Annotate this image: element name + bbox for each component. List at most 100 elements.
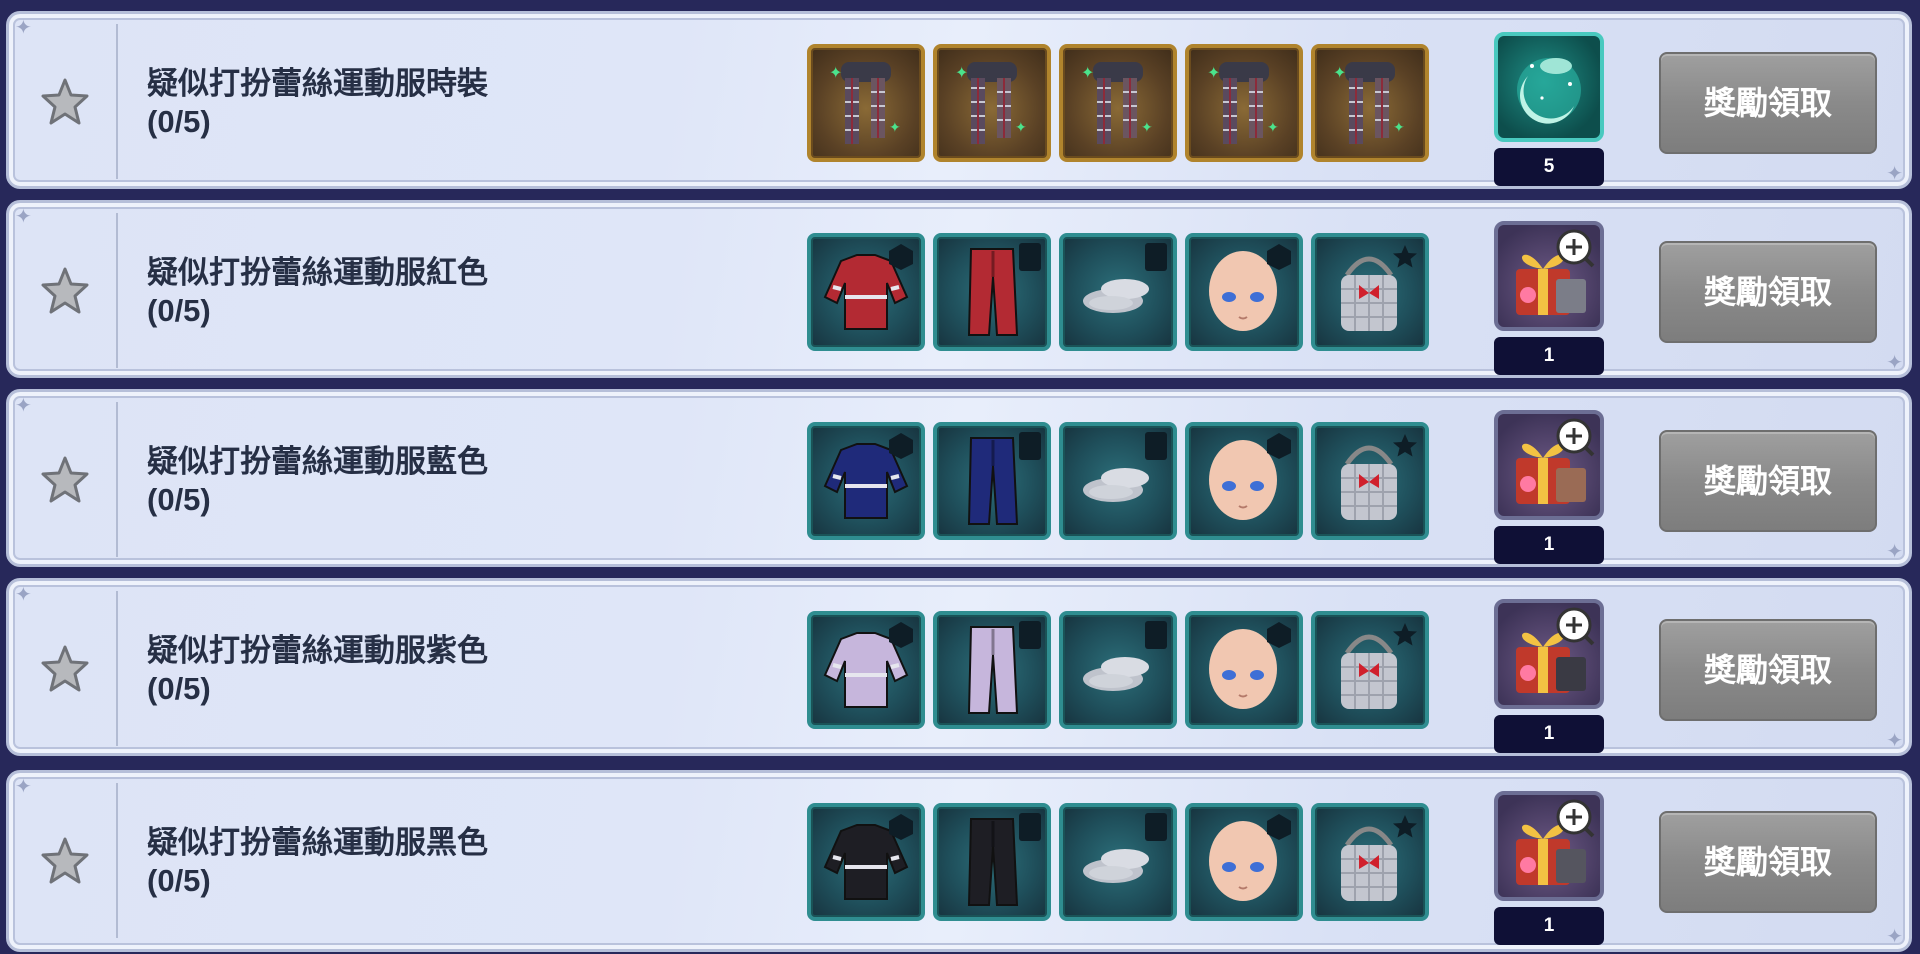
hexagon-badge xyxy=(1265,243,1293,271)
plaid-scarf-icon: ✦ ✦ xyxy=(1207,62,1279,144)
item-slot[interactable] xyxy=(933,611,1051,729)
item-slot[interactable] xyxy=(1185,422,1303,540)
plaid-scarf-icon: ✦ ✦ xyxy=(1081,62,1153,144)
hexagon-badge-icon xyxy=(1267,244,1291,270)
star-icon xyxy=(41,78,89,125)
plaid-scarf-icon: ✦ ✦ xyxy=(955,62,1027,144)
star-badge-icon xyxy=(1393,245,1417,268)
mission-title: 疑似打扮蕾絲運動服紫色 xyxy=(147,633,488,668)
item-slot[interactable] xyxy=(1185,233,1303,351)
reward-slot[interactable] xyxy=(1494,32,1604,142)
mission-title: 疑似打扮蕾絲運動服時裝 xyxy=(147,66,488,101)
sparkle-icon: ✦ xyxy=(15,584,32,606)
square-badge xyxy=(1019,243,1041,271)
mission-list: ✦ ✦ 疑似打扮蕾絲運動服時裝 (0/5) ✦ ✦ ✦ ✦ ✦ ✦ ✦ ✦ ✦ … xyxy=(0,0,1920,954)
mission-progress: (0/5) xyxy=(147,863,211,898)
reward-slot[interactable] xyxy=(1494,791,1604,901)
claim-reward-button[interactable]: 獎勵領取 xyxy=(1659,811,1877,913)
item-slot[interactable] xyxy=(807,803,925,921)
item-slot[interactable] xyxy=(807,422,925,540)
hexagon-badge xyxy=(1265,813,1293,841)
svg-text:✦: ✦ xyxy=(1333,65,1346,82)
claim-reward-button[interactable]: 獎勵領取 xyxy=(1659,52,1877,154)
gift-box-icon xyxy=(1516,229,1595,315)
hexagon-badge xyxy=(887,432,915,460)
square-badge xyxy=(1145,432,1167,460)
item-slot[interactable] xyxy=(1059,233,1177,351)
svg-text:✦: ✦ xyxy=(1081,65,1094,82)
gift-box-icon xyxy=(1516,418,1595,504)
divider xyxy=(116,213,118,368)
item-slot[interactable]: ✦ ✦ xyxy=(1059,44,1177,162)
sparkle-icon: ✦ xyxy=(15,206,32,228)
gift-box-icon xyxy=(1516,799,1595,885)
item-slot[interactable] xyxy=(1311,611,1429,729)
mission-row: ✦ ✦ 疑似打扮蕾絲運動服黑色 (0/5) 1 獎勵領取 xyxy=(6,770,1912,952)
hexagon-badge xyxy=(887,813,915,841)
square-badge xyxy=(1019,621,1041,649)
sparkle-icon: ✦ xyxy=(1886,541,1903,563)
item-slot[interactable] xyxy=(1185,611,1303,729)
star-badge xyxy=(1391,813,1419,841)
item-slot[interactable] xyxy=(933,803,1051,921)
item-slot[interactable]: ✦ ✦ xyxy=(933,44,1051,162)
claim-reward-button[interactable]: 獎勵領取 xyxy=(1659,430,1877,532)
hexagon-badge xyxy=(1265,621,1293,649)
hexagon-badge-icon xyxy=(889,433,913,459)
square-badge xyxy=(1145,813,1167,841)
hexagon-badge-icon xyxy=(1267,814,1291,840)
item-slot[interactable] xyxy=(807,611,925,729)
hexagon-badge xyxy=(1265,432,1293,460)
hexagon-badge-icon xyxy=(889,814,913,840)
hexagon-badge-icon xyxy=(1267,622,1291,648)
svg-text:✦: ✦ xyxy=(1015,119,1027,135)
item-slot[interactable] xyxy=(933,422,1051,540)
sparkle-icon: ✦ xyxy=(15,395,32,417)
item-slot[interactable] xyxy=(933,233,1051,351)
mission-title: 疑似打扮蕾絲運動服黑色 xyxy=(147,825,488,860)
claim-reward-button[interactable]: 獎勵領取 xyxy=(1659,241,1877,343)
mission-row: ✦ ✦ 疑似打扮蕾絲運動服藍色 (0/5) 1 獎勵領取 xyxy=(6,389,1912,567)
star-badge-icon xyxy=(1393,434,1417,457)
moon-crescent-icon xyxy=(1517,58,1581,124)
hexagon-badge xyxy=(887,621,915,649)
mission-row: ✦ ✦ 疑似打扮蕾絲運動服紅色 (0/5) 1 獎勵領取 xyxy=(6,200,1912,378)
claim-reward-button[interactable]: 獎勵領取 xyxy=(1659,619,1877,721)
item-slot[interactable] xyxy=(1311,803,1429,921)
star-icon xyxy=(41,456,89,503)
mission-row: ✦ ✦ 疑似打扮蕾絲運動服時裝 (0/5) ✦ ✦ ✦ ✦ ✦ ✦ ✦ ✦ ✦ … xyxy=(6,11,1912,189)
square-badge xyxy=(1145,621,1167,649)
gift-box-icon xyxy=(1516,607,1595,693)
item-slot[interactable]: ✦ ✦ xyxy=(1311,44,1429,162)
item-slot[interactable] xyxy=(1059,803,1177,921)
svg-text:✦: ✦ xyxy=(955,65,968,82)
star-badge xyxy=(1391,243,1419,271)
reward-count: 5 xyxy=(1494,148,1604,186)
svg-text:✦: ✦ xyxy=(889,119,901,135)
star-badge xyxy=(1391,621,1419,649)
mission-row: ✦ ✦ 疑似打扮蕾絲運動服紫色 (0/5) 1 獎勵領取 xyxy=(6,578,1912,756)
sparkle-icon: ✦ xyxy=(1886,163,1903,185)
item-slot[interactable]: ✦ ✦ xyxy=(1185,44,1303,162)
svg-text:✦: ✦ xyxy=(1267,119,1279,135)
mission-title: 疑似打扮蕾絲運動服藍色 xyxy=(147,444,488,479)
item-slot[interactable] xyxy=(1185,803,1303,921)
reward-slot[interactable] xyxy=(1494,221,1604,331)
reward-count: 1 xyxy=(1494,526,1604,564)
reward-count: 1 xyxy=(1494,907,1604,945)
reward-slot[interactable] xyxy=(1494,410,1604,520)
mission-progress: (0/5) xyxy=(147,104,211,139)
item-slot[interactable] xyxy=(1059,422,1177,540)
item-slot[interactable] xyxy=(1311,422,1429,540)
svg-text:✦: ✦ xyxy=(1207,65,1220,82)
mission-progress: (0/5) xyxy=(147,671,211,706)
item-slot[interactable]: ✦ ✦ xyxy=(807,44,925,162)
hexagon-badge xyxy=(887,243,915,271)
hexagon-badge-icon xyxy=(889,244,913,270)
square-badge xyxy=(1019,432,1041,460)
item-slot[interactable] xyxy=(1059,611,1177,729)
plaid-scarf-icon: ✦ ✦ xyxy=(1333,62,1405,144)
item-slot[interactable] xyxy=(807,233,925,351)
item-slot[interactable] xyxy=(1311,233,1429,351)
reward-slot[interactable] xyxy=(1494,599,1604,709)
